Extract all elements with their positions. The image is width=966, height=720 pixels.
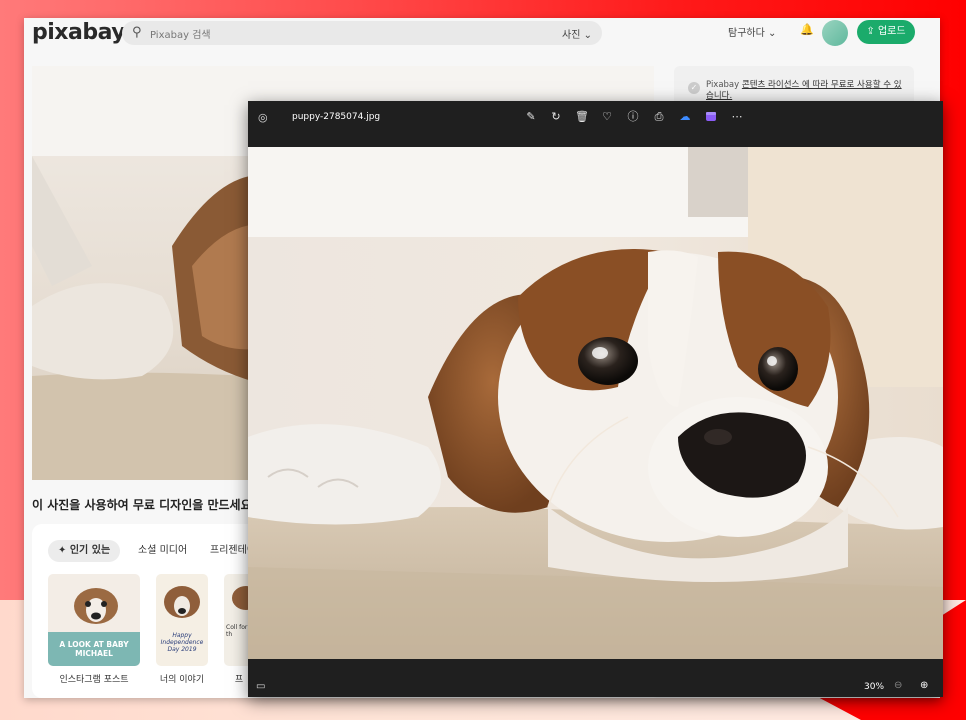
filmstrip-icon[interactable]: ▭: [256, 681, 265, 692]
viewer-bottom-bar: ▭ 30% ⊖ ⊕: [248, 659, 943, 697]
license-prefix: Pixabay: [706, 80, 742, 90]
tab-popular[interactable]: ✦ 인기 있는: [48, 540, 121, 562]
tab-social-media[interactable]: 소셜 미디어: [128, 540, 197, 562]
zoom-in-icon[interactable]: ⊕: [920, 680, 928, 691]
clipchamp-icon[interactable]: [704, 110, 718, 124]
check-icon: ✓: [688, 82, 700, 94]
search-icon: ⚲: [132, 25, 142, 40]
more-icon[interactable]: ⋯: [730, 110, 744, 124]
viewer-titlebar: ◎ puppy-2785074.jpg ✎ ↻ 🗑 ♡ ⓘ ⎙ ☁ ⋯: [248, 101, 943, 147]
rotate-icon[interactable]: ↻: [549, 110, 563, 124]
explore-menu[interactable]: 탐구하다 ⌄: [728, 24, 776, 39]
info-icon[interactable]: ⓘ: [626, 110, 640, 124]
edit-icon[interactable]: ✎: [524, 110, 538, 124]
zoom-level: 30%: [864, 682, 885, 692]
cloud-off-icon[interactable]: ☁: [678, 110, 692, 124]
card-overlay-text: Happy Independence Day 2019: [160, 632, 204, 653]
avatar[interactable]: [822, 20, 848, 46]
card-label: 인스타그램 포스트: [59, 675, 129, 685]
upload-icon: ⇪: [866, 26, 878, 37]
upload-label: 업로드: [877, 26, 906, 37]
category-dropdown[interactable]: 사진 ⌄: [562, 26, 592, 41]
viewer-filename: puppy-2785074.jpg: [292, 112, 381, 122]
design-title: 이 사진을 사용하여 무료 디자인을 만드세요. C: [32, 496, 269, 513]
favorite-icon[interactable]: ♡: [600, 110, 614, 124]
search-input[interactable]: Pixabay 검색: [150, 26, 211, 41]
pixabay-logo[interactable]: pixabay: [32, 20, 126, 45]
viewer-image[interactable]: [248, 147, 943, 659]
delete-icon[interactable]: 🗑: [575, 110, 589, 124]
photos-app-icon: ◎: [258, 111, 268, 124]
upload-button[interactable]: ⇪ 업로드: [857, 20, 915, 44]
bell-icon[interactable]: 🔔: [800, 23, 814, 36]
pixabay-header: pixabay ⚲ Pixabay 검색 사진 ⌄ 탐구하다 ⌄ 🔔 ⇪ 업로드: [24, 18, 940, 48]
zoom-out-icon[interactable]: ⊖: [894, 680, 902, 691]
license-text: Pixabay 콘텐츠 라이선스 에 따라 무료로 사용할 수 있습니다.: [706, 80, 906, 102]
photo-viewer-window: ◎ puppy-2785074.jpg ✎ ↻ 🗑 ♡ ⓘ ⎙ ☁ ⋯ ▭ 30…: [248, 101, 943, 697]
card-label: 너의 이야기: [159, 675, 205, 685]
search-bar[interactable]: ⚲ Pixabay 검색 사진 ⌄: [122, 21, 602, 45]
template-card-instagram[interactable]: A LOOK AT BABY MICHAEL: [48, 574, 140, 666]
design-title-text: 이 사진을 사용하여 무료 디자인을 만드세요.: [32, 498, 257, 512]
template-card-story[interactable]: Happy Independence Day 2019: [156, 574, 208, 666]
print-icon[interactable]: ⎙: [652, 110, 666, 124]
card-overlay-text: A LOOK AT BABY MICHAEL: [59, 640, 129, 658]
